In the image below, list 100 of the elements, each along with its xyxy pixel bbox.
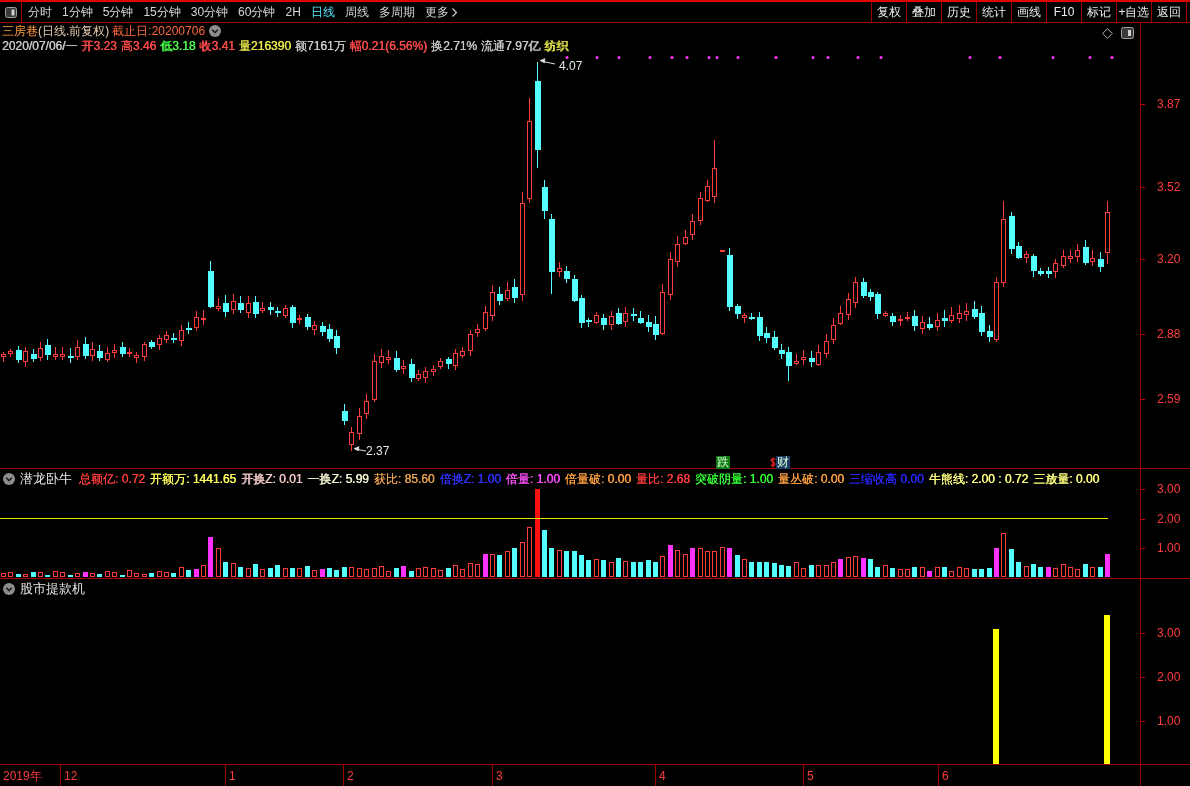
quote-field: 量216390 xyxy=(238,38,291,53)
chevron-right-icon xyxy=(451,7,457,17)
marker-dot-icon xyxy=(595,56,599,59)
time-axis-label: 2 xyxy=(347,768,354,783)
toolbar-button[interactable]: +自选 xyxy=(1117,2,1152,22)
axis-label: 3.00 xyxy=(1157,482,1181,496)
indicator-value: 获比: 85.60 xyxy=(373,471,435,486)
time-axis-label: 4 xyxy=(659,768,666,783)
marker-dot-icon xyxy=(670,56,674,59)
signal-badge: 财 xyxy=(776,456,790,469)
period-tab[interactable]: 30分钟 xyxy=(185,2,234,22)
marker-dot-icon xyxy=(685,56,689,59)
marker-dot-icon xyxy=(968,56,972,59)
marker-dot-icon xyxy=(1110,56,1114,59)
time-axis-label: 1 xyxy=(229,768,236,783)
indicator-name: 潜龙卧牛 xyxy=(20,471,72,486)
end-date-label: 截止日:20200706 xyxy=(112,24,206,38)
quote-field: 高3.46 xyxy=(120,38,157,53)
toolbar-button[interactable]: F10 xyxy=(1047,2,1082,22)
marker-dot-icon xyxy=(648,56,652,59)
marker-dot-icon xyxy=(774,56,778,59)
axis-label: 1.00 xyxy=(1157,714,1181,728)
time-axis-label: 5 xyxy=(807,768,814,783)
indicator-value: 量丛破: 0.00 xyxy=(778,471,844,486)
marker-dot-icon xyxy=(856,56,860,59)
toolbar-button[interactable]: 复权 xyxy=(872,2,907,22)
marker-dot-icon xyxy=(811,56,815,59)
time-axis-label: 2019年 xyxy=(3,768,42,783)
marker-dot-icon xyxy=(715,56,719,59)
marker-dot-icon xyxy=(879,56,883,59)
chevron-down-icon[interactable] xyxy=(3,472,15,485)
period-tab[interactable]: 分时 xyxy=(23,2,57,22)
toolbar-button[interactable]: 标记 xyxy=(1082,2,1117,22)
indicator-value: 突破阴量: 1.00 xyxy=(694,471,773,486)
axis-label: 3.00 xyxy=(1157,626,1181,640)
indicator-value: 三放量: 0.00 xyxy=(1033,471,1100,486)
axis-label: 2.00 xyxy=(1157,512,1181,526)
chevron-down-icon[interactable] xyxy=(3,582,15,595)
signal-badge: 跌 xyxy=(716,456,730,469)
quote-field: 收3.41 xyxy=(199,38,235,53)
stock-name: 三房巷 xyxy=(2,24,38,38)
marker-dot-icon xyxy=(1088,56,1092,59)
time-axis-label: 3 xyxy=(496,768,503,783)
marker-dot-icon xyxy=(736,56,740,59)
axis-label: 2.59 xyxy=(1157,392,1181,406)
panel-toggle-icon[interactable] xyxy=(1121,27,1134,39)
low-price-label: 2.37 xyxy=(366,444,390,458)
toolbar-button[interactable]: 返回 xyxy=(1152,2,1187,22)
axis-label: 2.88 xyxy=(1157,327,1181,341)
period-tab[interactable]: 日线 xyxy=(305,2,340,22)
marker-dot-icon xyxy=(998,56,1002,59)
indicator-value: 倍换Z: 1.00 xyxy=(439,471,501,486)
axis-label: 2.00 xyxy=(1157,670,1181,684)
indicator-name: 股市提款机 xyxy=(20,581,85,596)
quote-field: 2020/07/06/一 xyxy=(2,38,78,53)
period-tab[interactable]: 多周期 xyxy=(373,2,420,22)
period-label: (日线.前复权) xyxy=(38,24,110,38)
period-tab[interactable]: 15分钟 xyxy=(138,2,186,22)
toolbar-button[interactable]: 叠加 xyxy=(907,2,942,22)
period-tab[interactable]: 2H xyxy=(280,2,306,22)
chevron-down-icon[interactable] xyxy=(209,25,222,37)
axis-label: 3.52 xyxy=(1157,180,1181,194)
marker-dot-icon xyxy=(826,56,830,59)
indicator-value: 倍量: 1.00 xyxy=(505,471,560,486)
time-axis-label: 12 xyxy=(64,768,78,783)
panel-toggle-icon[interactable] xyxy=(4,6,17,18)
toolbar-button[interactable]: 统计 xyxy=(977,2,1012,22)
time-axis-label: 6 xyxy=(942,768,949,783)
quote-field: 纺织 xyxy=(544,38,569,53)
axis-label: 3.87 xyxy=(1157,97,1181,111)
dollar-icon xyxy=(770,457,776,468)
quote-field: 开3.23 xyxy=(81,38,117,53)
quote-field: 流通7.97亿 xyxy=(481,38,541,53)
diamond-icon[interactable] xyxy=(1102,28,1113,39)
marker-dot-icon xyxy=(617,56,621,59)
leader-arrow xyxy=(539,58,556,65)
marker-dot-icon xyxy=(707,56,711,59)
toolbar-button[interactable]: 历史 xyxy=(942,2,977,22)
toolbar-button[interactable]: 画线 xyxy=(1012,2,1047,22)
period-tab[interactable]: 60分钟 xyxy=(233,2,281,22)
quote-field: 幅0.21(6.56%) xyxy=(349,38,427,53)
more-button[interactable]: 更多 xyxy=(419,2,462,22)
quote-field: 额7161万 xyxy=(294,38,346,53)
indicator-value: 一换Z: 5.99 xyxy=(307,471,369,486)
period-tab[interactable]: 1分钟 xyxy=(57,2,98,22)
axis-label: 3.20 xyxy=(1157,252,1181,266)
high-price-label: 4.07 xyxy=(559,59,583,73)
indicator-value: 三缩收高 0.00 xyxy=(849,471,924,486)
marker-dot-icon xyxy=(1051,56,1055,59)
marker-dot-icon xyxy=(565,56,569,59)
indicator-value: 倍量破: 0.00 xyxy=(564,471,631,486)
quote-field: 换2.71% xyxy=(430,38,477,53)
indicator-value: 开额万: 1441.65 xyxy=(150,471,237,486)
quote-field: 低3.18 xyxy=(160,38,196,53)
period-tab[interactable]: 周线 xyxy=(339,2,374,22)
indicator-value: 总额亿: 0.72 xyxy=(79,471,146,486)
indicator-value: 开换Z: 0.01 xyxy=(241,471,303,486)
leader-arrow xyxy=(353,446,367,452)
period-tab[interactable]: 5分钟 xyxy=(97,2,139,22)
indicator-value: 量比: 2.68 xyxy=(635,471,690,486)
